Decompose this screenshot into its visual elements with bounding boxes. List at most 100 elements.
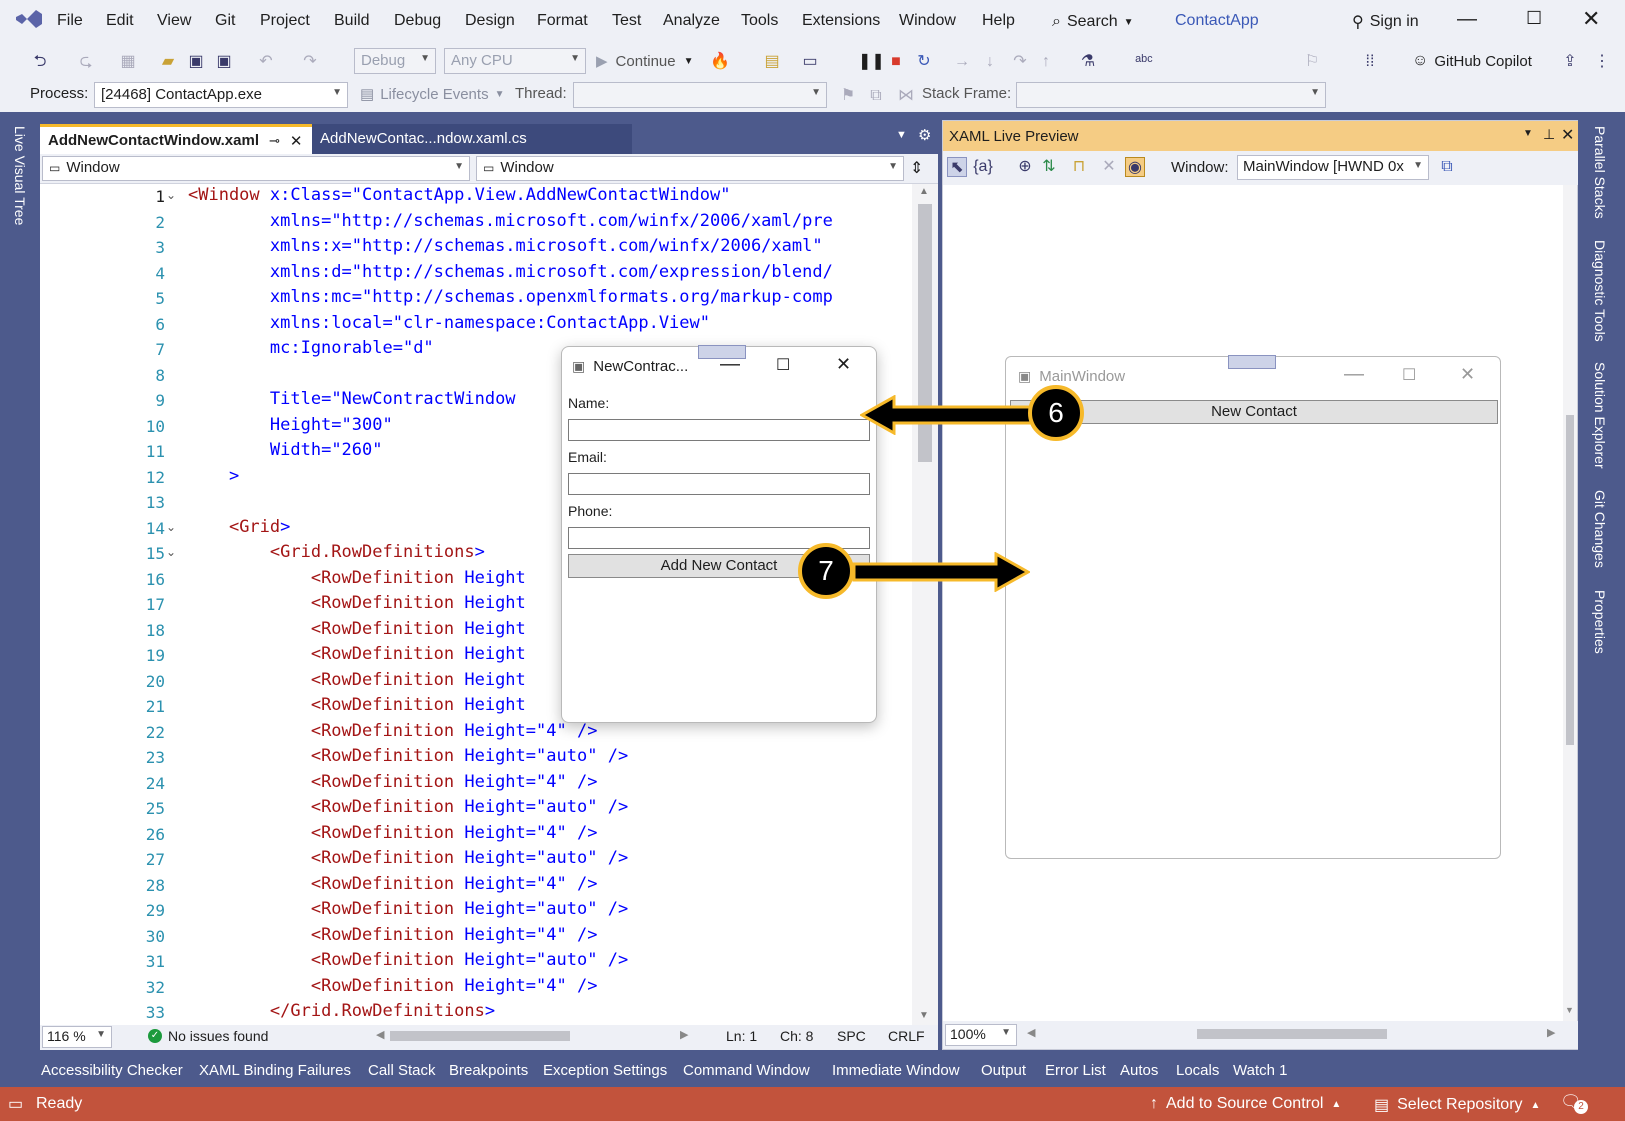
clear-icon[interactable]: ✕ <box>1099 157 1119 177</box>
stop-icon[interactable]: ■ <box>886 52 906 72</box>
forward-icon[interactable]: ⮎ <box>76 52 96 72</box>
menu-help[interactable]: Help <box>982 12 1015 30</box>
code-line[interactable]: <RowDefinition Height="auto" /> <box>188 746 628 766</box>
menu-git[interactable]: Git <box>215 12 235 30</box>
tab-exception-settings[interactable]: Exception Settings <box>543 1062 667 1079</box>
github-copilot-button[interactable]: ☺ GitHub Copilot <box>1412 50 1532 72</box>
close-icon[interactable]: ✕ <box>1561 125 1574 145</box>
code-line[interactable]: xmlns:x="http://schemas.microsoft.com/wi… <box>188 236 823 256</box>
code-line[interactable]: </Grid.RowDefinitions> <box>188 1001 495 1021</box>
menu-file[interactable]: File <box>57 12 83 30</box>
continue-button[interactable]: ▶ Continue ▼ <box>596 50 694 72</box>
stack-icon[interactable]: ⋈ <box>896 86 916 106</box>
code-line[interactable]: mc:Ignorable="d" <box>188 338 434 358</box>
minimize-icon[interactable]: — <box>1457 8 1477 31</box>
add-to-source-control-button[interactable]: ↑ Add to Source Control ▲ <box>1150 1095 1341 1113</box>
preview-zoom-dropdown[interactable]: 100% ▼ <box>945 1024 1017 1046</box>
horizontal-scroll-thumb[interactable] <box>390 1031 570 1041</box>
line-ending-indicator[interactable]: CRLF <box>888 1028 925 1044</box>
preview-eye-icon[interactable]: ◉ <box>1125 157 1145 177</box>
email-input[interactable] <box>568 473 870 495</box>
code-line[interactable]: <RowDefinition Height="4" /> <box>188 976 598 996</box>
code-line[interactable]: <RowDefinition Height="4" /> <box>188 823 598 843</box>
code-line[interactable]: <RowDefinition Height <box>188 670 526 690</box>
code-line[interactable]: <Grid.RowDefinitions> <box>188 542 485 562</box>
scroll-thumb[interactable] <box>1566 415 1574 745</box>
toolbar-handle-icon[interactable] <box>1228 355 1276 369</box>
diagnostic-tools-tab[interactable]: Diagnostic Tools <box>1592 240 1608 342</box>
redo-icon[interactable]: ↷ <box>300 52 320 72</box>
code-line[interactable]: xmlns:local="clr-namespace:ContactApp.Vi… <box>188 313 710 333</box>
threads-icon[interactable]: ⧉ <box>866 86 886 106</box>
zoom-dropdown[interactable]: 116 % ▼ <box>42 1026 112 1048</box>
code-line[interactable]: > <box>188 466 239 486</box>
tab-error-list[interactable]: Error List <box>1045 1062 1106 1079</box>
code-line[interactable]: <RowDefinition Height <box>188 593 526 613</box>
pin-icon[interactable]: ⊥ <box>1543 126 1555 143</box>
stack-frame-dropdown[interactable]: ▼ <box>1016 82 1326 108</box>
maximize-icon[interactable]: ☐ <box>776 355 790 375</box>
search-box[interactable]: ⌕ Search ▼ <box>1052 10 1134 34</box>
code-line[interactable]: xmlns="http://schemas.microsoft.com/winf… <box>188 211 833 231</box>
menu-design[interactable]: Design <box>465 12 515 30</box>
open-folder-icon[interactable]: ▰ <box>158 52 178 72</box>
lifecycle-events-button[interactable]: ▤ Lifecycle Events ▼ <box>360 85 504 104</box>
adorner-icon[interactable]: ⊕ <box>1015 157 1035 177</box>
new-project-icon[interactable]: ▦ <box>118 52 138 72</box>
save-icon[interactable]: ▣ <box>186 52 206 72</box>
bookmark-icon[interactable]: ⚐ <box>1302 52 1322 72</box>
back-icon[interactable]: ⮌ <box>30 52 50 72</box>
close-icon[interactable]: ✕ <box>1582 6 1600 32</box>
code-line[interactable]: Title="NewContractWindow <box>188 389 516 409</box>
menu-test[interactable]: Test <box>612 12 641 30</box>
code-line[interactable]: <Window x:Class="ContactApp.View.AddNewC… <box>188 185 731 205</box>
menu-analyze[interactable]: Analyze <box>663 12 720 30</box>
undo-icon[interactable]: ↶ <box>256 52 276 72</box>
issues-indicator[interactable]: ✓ No issues found <box>148 1028 268 1044</box>
whitespace-indicator[interactable]: SPC <box>837 1028 866 1044</box>
tab-watch-1[interactable]: Watch 1 <box>1233 1062 1287 1079</box>
pop-out-icon[interactable]: ⧉ <box>1437 157 1457 177</box>
scroll-down-icon[interactable]: ▼ <box>919 1010 929 1021</box>
parallel-stacks-tab[interactable]: Parallel Stacks <box>1592 126 1608 219</box>
toolbox-icon[interactable]: ▤ <box>762 52 782 72</box>
horizontal-scroll-thumb[interactable] <box>1197 1029 1387 1039</box>
diagnostics-icon[interactable]: ⚗ <box>1078 52 1098 72</box>
pause-icon[interactable]: ❚❚ <box>858 52 885 72</box>
code-line[interactable]: <RowDefinition Height <box>188 695 526 715</box>
show-next-statement-icon[interactable]: → <box>952 52 972 72</box>
vertical-scrollbar[interactable]: ▲ ▼ <box>912 184 938 1030</box>
menu-build[interactable]: Build <box>334 12 370 30</box>
menu-view[interactable]: View <box>157 12 191 30</box>
measure-icon[interactable]: ⊓ <box>1069 157 1089 177</box>
menu-project[interactable]: Project <box>260 12 310 30</box>
code-line[interactable]: <RowDefinition Height="4" /> <box>188 772 598 792</box>
overflow-icon[interactable]: ⋮ <box>1592 52 1612 72</box>
tab-code-behind-file[interactable]: AddNewContac...ndow.xaml.cs <box>312 124 632 154</box>
configuration-dropdown[interactable]: Debug ▼ <box>354 48 436 74</box>
name-input[interactable] <box>568 419 870 441</box>
scroll-left-icon[interactable]: ◀ <box>1027 1026 1035 1039</box>
window-selector-dropdown[interactable]: MainWindow [HWND 0x ▼ <box>1237 155 1429 180</box>
code-line[interactable]: xmlns:mc="http://schemas.openxmlformats.… <box>188 287 833 307</box>
thread-dropdown[interactable]: ▼ <box>573 82 827 108</box>
fold-chevron-icon[interactable]: ⌄ <box>166 520 176 534</box>
step-into-icon[interactable]: ↓ <box>980 52 1000 72</box>
solution-explorer-tab[interactable]: Solution Explorer <box>1592 362 1608 469</box>
select-element-icon[interactable]: ⬉ <box>947 157 967 177</box>
flag-icon[interactable]: ⚑ <box>838 86 858 106</box>
pin-icon[interactable]: ⊸ <box>269 133 280 149</box>
layout-grid-icon[interactable]: ⁞⁞ <box>1360 52 1380 72</box>
tab-xaml-binding-failures[interactable]: XAML Binding Failures <box>199 1062 351 1079</box>
code-line[interactable]: Height="300" <box>188 415 393 435</box>
tab-breakpoints[interactable]: Breakpoints <box>449 1062 528 1079</box>
type-dropdown[interactable]: ▭ Window ▼ <box>42 156 470 181</box>
code-line[interactable]: <RowDefinition Height <box>188 619 526 639</box>
code-line[interactable]: xmlns:d="http://schemas.microsoft.com/ex… <box>188 262 833 282</box>
menu-extensions[interactable]: Extensions <box>802 12 880 30</box>
code-line[interactable]: <RowDefinition Height="auto" /> <box>188 848 628 868</box>
menu-format[interactable]: Format <box>537 12 588 30</box>
platform-dropdown[interactable]: Any CPU ▼ <box>444 48 586 74</box>
step-out-icon[interactable]: ↑ <box>1036 52 1056 72</box>
scroll-right-icon[interactable]: ▶ <box>680 1028 688 1041</box>
